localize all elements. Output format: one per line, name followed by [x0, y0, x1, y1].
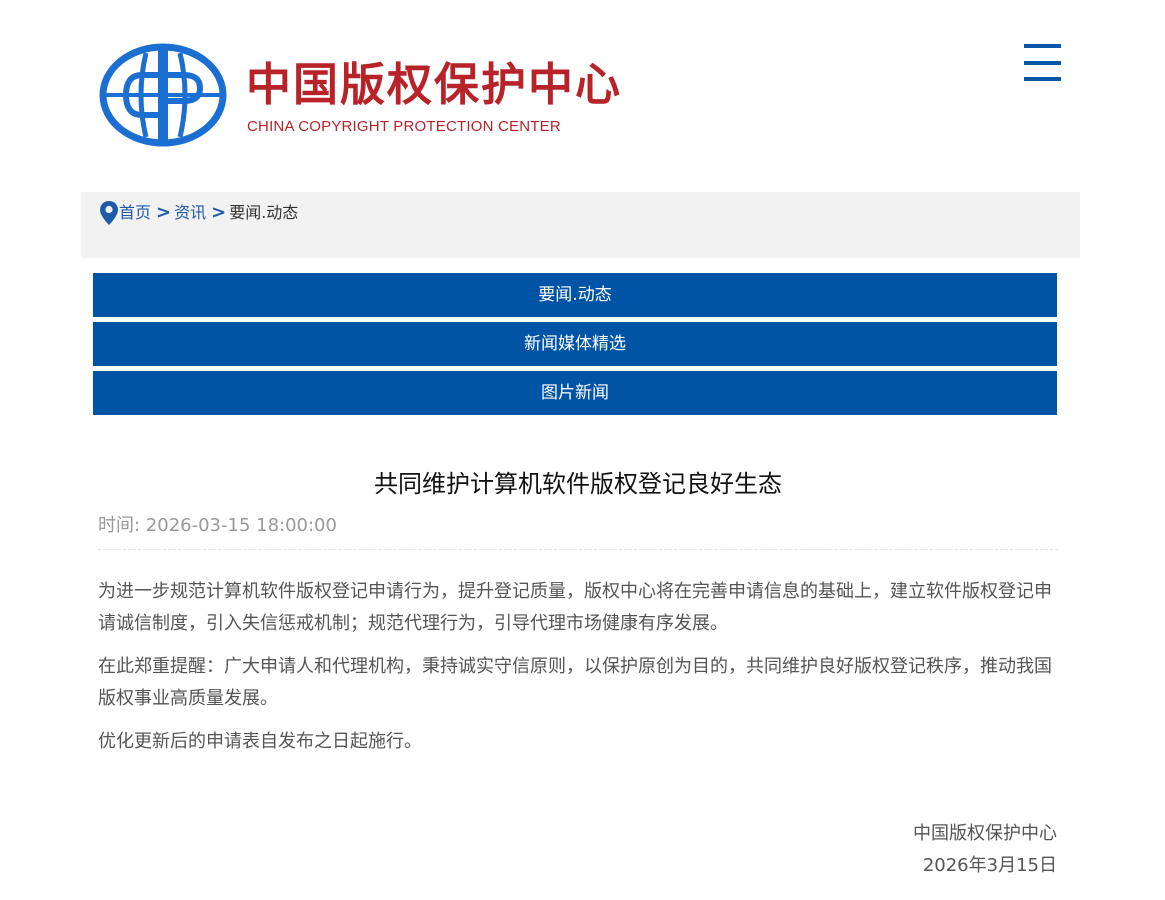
site-header: 中国版权保护中心 CHINA COPYRIGHT PROTECTION CENT…: [0, 0, 1165, 170]
article-paragraph: 优化更新后的申请表自发布之日起施行。: [98, 731, 422, 752]
article-title: 共同维护计算机软件版权登记良好生态: [374, 470, 782, 498]
nav-item-headline-news[interactable]: 要闻.动态: [93, 273, 1057, 317]
logo-english-text: CHINA COPYRIGHT PROTECTION CENTER: [247, 118, 561, 135]
breadcrumb-separator: >: [211, 202, 227, 223]
article-body: 为进一步规范计算机软件版权登记申请行为，提升登记质量，版权中心将在完善申请信息的…: [98, 576, 1060, 769]
article-timestamp: 时间: 2026-03-15 18:00:00: [98, 515, 337, 536]
breadcrumb-separator: >: [156, 202, 172, 223]
breadcrumb-home-link[interactable]: 首页: [119, 203, 151, 223]
location-pin-icon: [100, 201, 118, 225]
divider: [98, 549, 1058, 550]
logo-chinese-text: 中国版权保护中心: [246, 58, 623, 111]
nav-item-media-selection[interactable]: 新闻媒体精选: [93, 322, 1057, 366]
signoff-organization: 中国版权保护中心: [913, 823, 1057, 844]
article-paragraph: 为进一步规范计算机软件版权登记申请行为，提升登记质量，版权中心将在完善申请信息的…: [98, 581, 1052, 634]
breadcrumb-news-link[interactable]: 资讯: [174, 203, 206, 223]
ccpc-emblem-icon[interactable]: [98, 43, 228, 147]
article-signoff: 中国版权保护中心 2026年3月15日: [913, 818, 1057, 882]
signoff-date: 2026年3月15日: [922, 855, 1057, 876]
hamburger-menu-icon[interactable]: [1022, 44, 1062, 84]
nav-item-photo-news[interactable]: 图片新闻: [93, 371, 1057, 415]
breadcrumb: 首页 > 资讯 > 要闻.动态: [81, 192, 1080, 258]
article-paragraph: 在此郑重提醒：广大申请人和代理机构，秉持诚实守信原则，以保护原创为目的，共同维护…: [98, 656, 1052, 709]
breadcrumb-current: 要闻.动态: [229, 203, 299, 222]
category-nav: 要闻.动态 新闻媒体精选 图片新闻: [93, 273, 1057, 420]
